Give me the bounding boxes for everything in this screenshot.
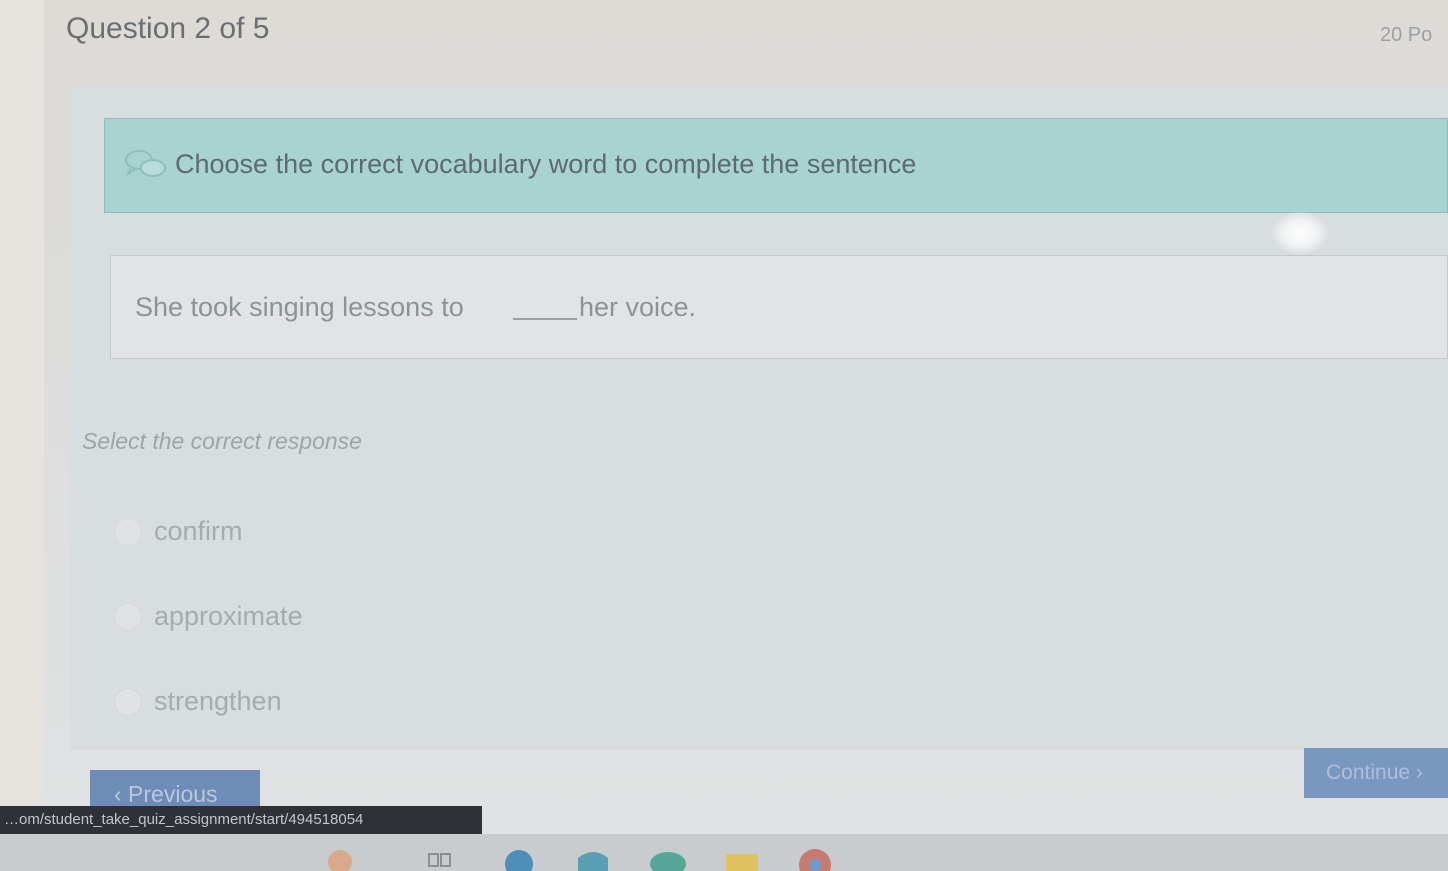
- points-label: 20 Po: [1380, 24, 1433, 46]
- sentence-after-blank: her voice.: [579, 292, 697, 322]
- option-label: strengthen: [154, 686, 282, 716]
- chrome-icon[interactable]: [796, 846, 834, 871]
- continue-button[interactable]: Continue ›: [1304, 748, 1448, 798]
- option-confirm[interactable]: confirm: [108, 510, 608, 560]
- option-strengthen[interactable]: strengthen: [108, 680, 608, 730]
- question-counter: Question 2 of 5: [66, 12, 270, 45]
- sentence-box: She took singing lessons to her voice.: [110, 255, 1448, 359]
- instruction-text: Choose the correct vocabulary word to co…: [175, 149, 917, 179]
- edge-icon[interactable]: [500, 846, 538, 871]
- photos-icon[interactable]: [648, 846, 688, 871]
- task-view-icon[interactable]: [425, 846, 455, 871]
- status-bar-url: …om/student_take_quiz_assignment/start/4…: [0, 806, 482, 834]
- option-label: confirm: [154, 516, 243, 546]
- screen-glare: [1272, 212, 1328, 254]
- option-label: approximate: [154, 601, 303, 631]
- weather-icon[interactable]: [320, 846, 360, 871]
- option-approximate[interactable]: approximate: [108, 595, 608, 645]
- response-prompt: Select the correct response: [82, 428, 362, 454]
- sentence-blank: [513, 318, 577, 320]
- sentence-before-blank: She took singing lessons to: [135, 292, 464, 322]
- chat-bubbles-icon: [125, 150, 166, 177]
- taskbar: [0, 834, 1448, 871]
- microsoft-store-icon[interactable]: [574, 846, 612, 871]
- radio-button[interactable]: [114, 688, 142, 716]
- left-margin: [0, 0, 44, 871]
- radio-button[interactable]: [114, 603, 142, 631]
- instruction-banner: Choose the correct vocabulary word to co…: [104, 118, 1448, 213]
- file-explorer-icon[interactable]: [724, 846, 760, 871]
- radio-button[interactable]: [114, 518, 142, 546]
